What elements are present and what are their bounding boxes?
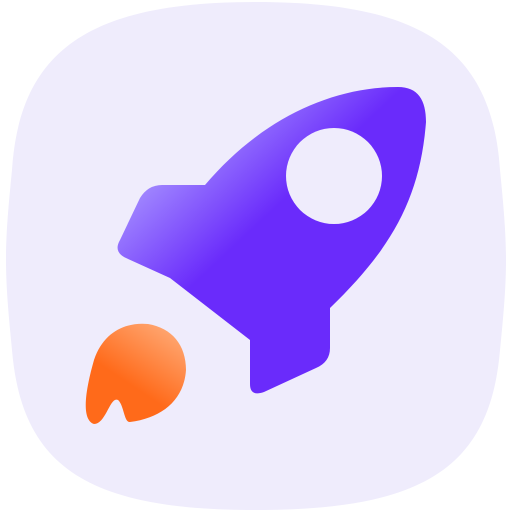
app-icon[interactable] (0, 0, 512, 512)
rocket-app-icon (6, 2, 506, 510)
rocket-window (286, 128, 382, 224)
